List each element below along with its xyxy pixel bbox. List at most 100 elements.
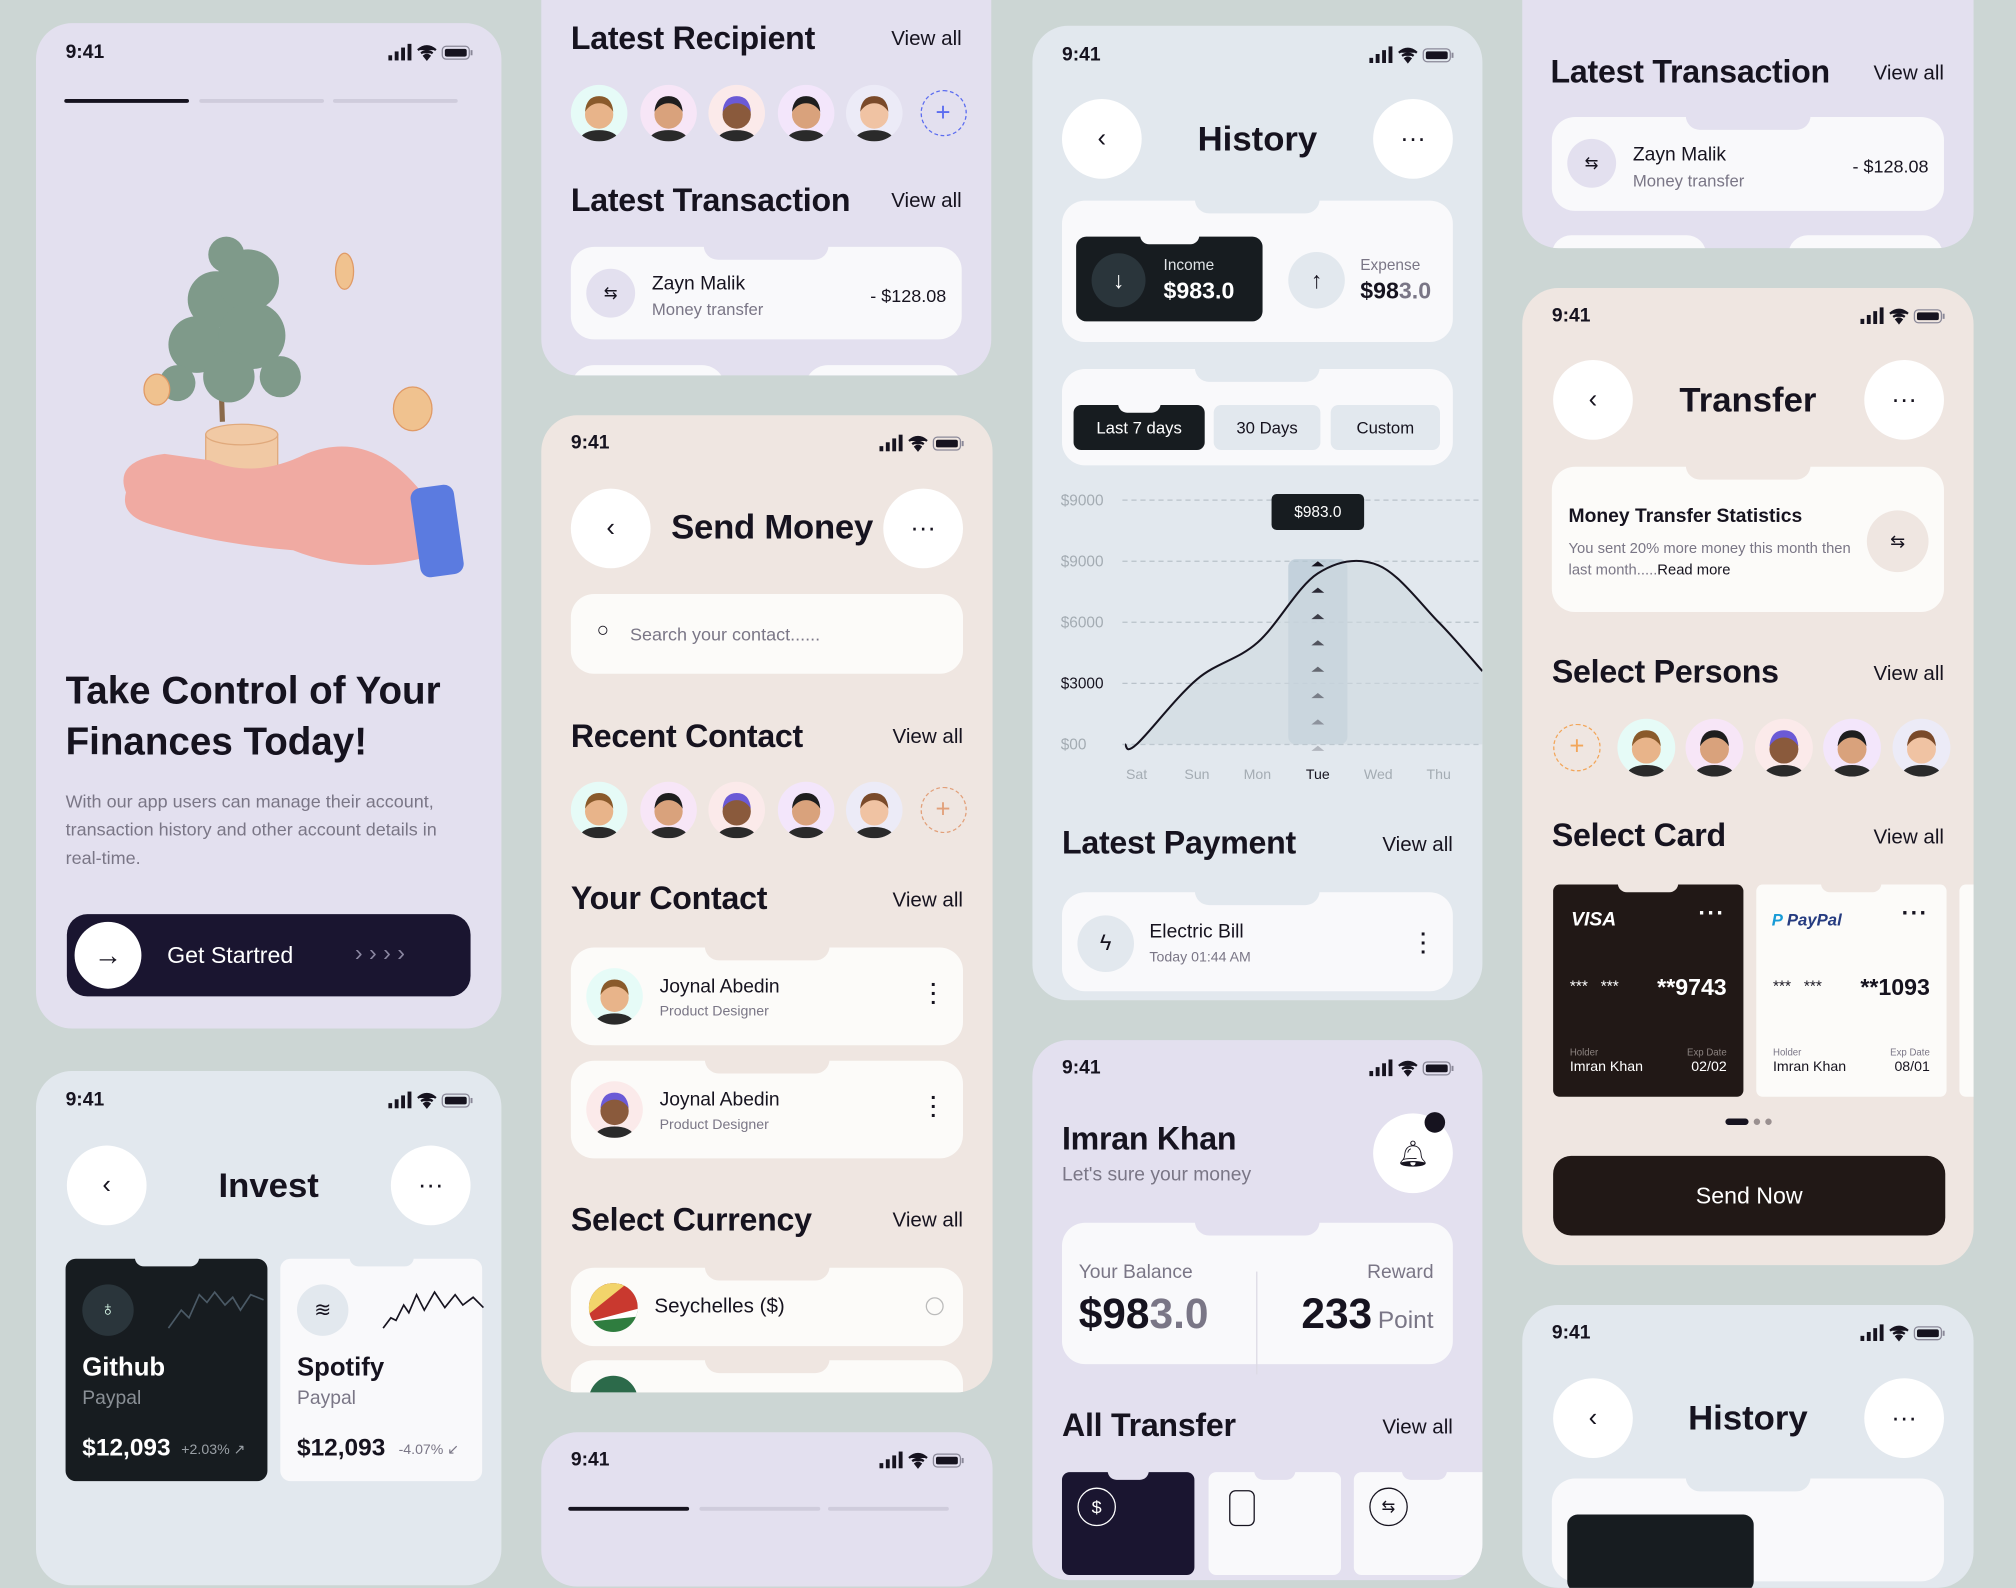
section-title: Latest Recipient [570, 20, 816, 57]
memoji-face-icon [596, 1092, 633, 1138]
currency-name: Seychelles ($) [654, 1295, 785, 1318]
status-icons [388, 1091, 473, 1110]
add-person-button[interactable]: + [1553, 723, 1601, 772]
view-all-link[interactable]: View all [892, 1210, 963, 1233]
more-button[interactable]: ··· [1373, 98, 1453, 179]
view-all-link[interactable]: View all [1382, 834, 1453, 857]
more-button[interactable]: ··· [1864, 359, 1944, 440]
contact-row[interactable]: Joynal Abedin Product Designer · · · [570, 1060, 963, 1159]
view-all-link[interactable]: View all [892, 726, 963, 749]
send-now-button[interactable]: Send Now [1553, 1155, 1946, 1236]
filter-last-7-days[interactable]: Last 7 days [1073, 404, 1205, 450]
person-avatar[interactable] [1823, 718, 1881, 777]
chevrons-icon: › › › › [354, 939, 405, 966]
view-all-link[interactable]: View all [1873, 63, 1944, 86]
carousel-dot[interactable] [1753, 1118, 1761, 1125]
kebab-menu-icon[interactable]: · · · [930, 1088, 937, 1127]
exchange-icon: ⇆ [1369, 1487, 1408, 1527]
github-icon: ♁ [82, 1284, 134, 1336]
person-avatar[interactable] [570, 781, 628, 839]
kebab-menu-icon[interactable]: · · · [1420, 925, 1427, 964]
view-all-link[interactable]: View all [1382, 1417, 1453, 1440]
person-avatar[interactable] [777, 84, 834, 142]
wifi-icon [1398, 47, 1418, 64]
income-label: Income [1163, 255, 1215, 274]
balance-value: $983.0 [1079, 1290, 1209, 1339]
person-avatar[interactable] [708, 781, 765, 839]
transfer-tile-mobile[interactable] [1208, 1472, 1341, 1575]
carousel-dot[interactable] [1765, 1118, 1772, 1125]
paypal-card[interactable]: P PayPal ··· *** *** **1093 Holder Imran… [1756, 884, 1947, 1097]
transfer-screen: 9:41 ‹ Transfer ··· Money Transfer Stati… [1522, 287, 1974, 1266]
history-screen: 9:41 ‹ History ··· ↓ Income $983.0 ↑ Exp… [1032, 25, 1483, 1001]
memoji-face-icon [855, 793, 893, 839]
more-icon[interactable]: ··· [1698, 900, 1725, 927]
user-subtitle: Let's sure your money [1061, 1163, 1252, 1186]
search-input[interactable]: ○ Search your contact...... [570, 593, 963, 674]
transfer-tile-exchange[interactable]: ⇆ [1353, 1472, 1483, 1575]
exp-date: 02/02 [1691, 1059, 1727, 1075]
wifi-icon [908, 1452, 928, 1469]
sparkline-github [167, 1290, 264, 1329]
memoji-face-icon [580, 96, 618, 142]
status-time: 9:41 [570, 1448, 610, 1471]
view-all-link[interactable]: View all [891, 190, 962, 213]
person-avatar[interactable] [1616, 718, 1675, 777]
transaction-amount: - $128.08 [870, 285, 947, 306]
holder-name: Imran Khan [1569, 1059, 1643, 1075]
more-button[interactable]: ··· [883, 488, 963, 569]
view-all-link[interactable]: View all [892, 890, 963, 913]
income-box[interactable]: ↓ Income $983.0 [1076, 236, 1263, 322]
recent-contact-avatars: + [570, 781, 970, 841]
transaction-name: Zayn Malik [651, 272, 746, 295]
person-avatar[interactable] [708, 84, 765, 142]
kebab-menu-icon[interactable]: · · · [930, 975, 937, 1014]
radio-button[interactable] [925, 1297, 944, 1316]
visa-card[interactable]: VISA ··· *** *** **9743 Holder Imran Kha… [1553, 884, 1744, 1097]
select-persons-avatars: + [1548, 718, 1950, 778]
payment-row[interactable]: ϟ Electric Bill Today 01:44 AM · · · [1061, 892, 1453, 992]
memoji-face-icon [1833, 730, 1871, 777]
person-avatar[interactable] [1754, 718, 1813, 777]
income-box[interactable] [1567, 1514, 1754, 1588]
transaction-row[interactable]: ⇆ Zayn Malik Money transfer - $128.08 [1551, 116, 1944, 211]
person-avatar[interactable] [639, 781, 697, 839]
contact-row[interactable]: Joynal Abedin Product Designer · · · [570, 947, 963, 1046]
add-person-button[interactable]: + [919, 89, 967, 137]
filter-custom[interactable]: Custom [1330, 404, 1440, 450]
more-button[interactable]: ··· [1864, 1378, 1944, 1458]
view-all-link[interactable]: View all [1873, 827, 1944, 850]
invest-card-github[interactable]: ♁ Github Paypal $12,093 +2.03% ↗ [65, 1258, 268, 1482]
person-avatar[interactable] [845, 84, 903, 142]
person-avatar[interactable] [1891, 718, 1950, 777]
memoji-face-icon [718, 793, 756, 839]
person-avatar[interactable] [570, 84, 628, 142]
exchange-icon[interactable]: ⇆ [1866, 510, 1929, 573]
date-filter-card: Last 7 days 30 Days Custom [1061, 368, 1453, 466]
x-tick-label: Sun [1184, 766, 1209, 782]
invest-card-spotify[interactable]: ≋ Spotify Paypal $12,093 -4.07% ↙ [280, 1258, 485, 1482]
battery-icon [441, 1093, 473, 1108]
transaction-row[interactable]: ⇆ Zayn Malik Money transfer - $128.08 [570, 246, 962, 340]
add-person-button[interactable]: + [919, 786, 967, 834]
transfer-tile-money[interactable]: $ [1061, 1472, 1195, 1575]
get-started-button[interactable]: → Get Startred › › › › [66, 914, 471, 997]
person-avatar[interactable] [777, 781, 834, 839]
arrow-up-icon: ↑ [1288, 251, 1345, 309]
back-button[interactable]: ‹ [570, 488, 651, 569]
more-button[interactable]: ··· [390, 1145, 471, 1226]
carousel-dot-active[interactable] [1725, 1118, 1749, 1125]
filter-30-days[interactable]: 30 Days [1213, 404, 1321, 450]
view-all-link[interactable]: View all [891, 28, 962, 51]
status-icons [1860, 307, 1945, 325]
view-all-link[interactable]: View all [1873, 663, 1944, 686]
person-avatar[interactable] [639, 84, 697, 142]
person-avatar[interactable] [1685, 718, 1744, 777]
more-icon[interactable]: ··· [1902, 900, 1929, 927]
section-title: Select Card [1551, 817, 1726, 854]
memoji-face-icon [580, 793, 618, 839]
currency-option[interactable]: Seychelles ($) [570, 1267, 963, 1347]
history-chart: $00 $3000 $6000 $9000 $9000 $983.0 Sat Sun Mon Tu… [1061, 492, 1483, 782]
person-avatar[interactable] [845, 781, 903, 839]
read-more-link[interactable]: Read more [1657, 563, 1730, 578]
